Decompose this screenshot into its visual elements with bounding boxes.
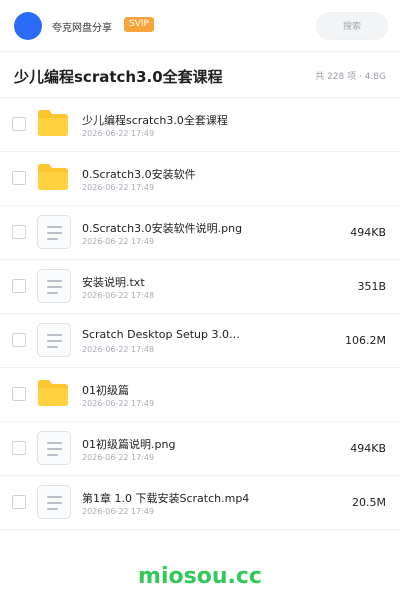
item-date: 2026-06-22 17:49 — [82, 453, 155, 462]
file-list: 少儿编程scratch3.0全套课程 2026-06-22 17:49 0.Sc… — [0, 98, 400, 530]
list-item[interactable]: 0.Scratch3.0安装软件 2026-06-22 17:49 — [0, 152, 400, 206]
svip-badge: SVIP — [124, 17, 154, 32]
list-item[interactable]: 第1章 1.0 下载安装Scratch.mp4 2026-06-22 17:49… — [0, 476, 400, 530]
file-icon — [37, 431, 71, 465]
item-date: 2026-06-22 17:49 — [82, 183, 155, 192]
item-name: 01初级篇说明.png — [82, 438, 176, 451]
item-name: 少儿编程scratch3.0全套课程 — [82, 114, 228, 127]
item-name: 安装说明.txt — [82, 276, 145, 289]
file-icon — [37, 215, 71, 249]
select-checkbox[interactable] — [12, 333, 26, 347]
file-icon — [37, 323, 71, 357]
item-date: 2026-06-22 17:48 — [82, 291, 155, 300]
item-date: 2026-06-22 17:48 — [82, 345, 155, 354]
item-size: 106.2M — [345, 334, 386, 347]
file-icon — [37, 269, 71, 303]
item-date: 2026-06-22 17:49 — [82, 129, 155, 138]
item-size: 494KB — [350, 226, 386, 239]
folder-icon — [38, 110, 68, 136]
list-item[interactable]: Scratch Desktop Setup 3.0… 2026-06-22 17… — [0, 314, 400, 368]
select-checkbox[interactable] — [12, 387, 26, 401]
list-item[interactable]: 少儿编程scratch3.0全套课程 2026-06-22 17:49 — [0, 98, 400, 152]
select-checkbox[interactable] — [12, 171, 26, 185]
item-date: 2026-06-22 17:49 — [82, 399, 155, 408]
item-name: Scratch Desktop Setup 3.0… — [82, 328, 240, 341]
avatar[interactable] — [14, 12, 42, 40]
select-checkbox[interactable] — [12, 279, 26, 293]
page-title: 少儿编程scratch3.0全套课程 — [14, 68, 223, 86]
item-name: 0.Scratch3.0安装软件说明.png — [82, 222, 243, 235]
list-item[interactable]: 安装说明.txt 2026-06-22 17:48 351B — [0, 260, 400, 314]
item-name: 0.Scratch3.0安装软件 — [82, 168, 196, 181]
item-size: 351B — [357, 280, 386, 293]
item-size: 494KB — [350, 442, 386, 455]
select-checkbox[interactable] — [12, 117, 26, 131]
list-item[interactable]: 0.Scratch3.0安装软件说明.png 2026-06-22 17:49 … — [0, 206, 400, 260]
list-item[interactable]: 01初级篇说明.png 2026-06-22 17:49 494KB — [0, 422, 400, 476]
item-date: 2026-06-22 17:49 — [82, 237, 155, 246]
select-checkbox[interactable] — [12, 441, 26, 455]
title-row: 少儿编程scratch3.0全套课程 共 228 项 · 4.8G — [0, 52, 400, 98]
page: 夸克网盘分享 SVIP 搜索 少儿编程scratch3.0全套课程 共 228 … — [0, 0, 400, 600]
folder-icon — [38, 380, 68, 406]
file-icon — [37, 485, 71, 519]
header: 夸克网盘分享 SVIP 搜索 — [0, 0, 400, 52]
item-size: 20.5M — [352, 496, 386, 509]
search-input[interactable]: 搜索 — [316, 12, 388, 40]
select-checkbox[interactable] — [12, 495, 26, 509]
app-name: 夸克网盘分享 — [52, 23, 112, 34]
select-checkbox[interactable] — [12, 225, 26, 239]
folder-meta: 共 228 项 · 4.8G — [315, 72, 386, 82]
item-name: 第1章 1.0 下载安装Scratch.mp4 — [82, 492, 250, 505]
folder-icon — [38, 164, 68, 190]
brand-watermark: miosou.cc — [138, 564, 262, 589]
list-item[interactable]: 01初级篇 2026-06-22 17:49 — [0, 368, 400, 422]
item-date: 2026-06-22 17:49 — [82, 507, 155, 516]
footer: miosou.cc — [0, 548, 400, 600]
item-name: 01初级篇 — [82, 384, 129, 397]
